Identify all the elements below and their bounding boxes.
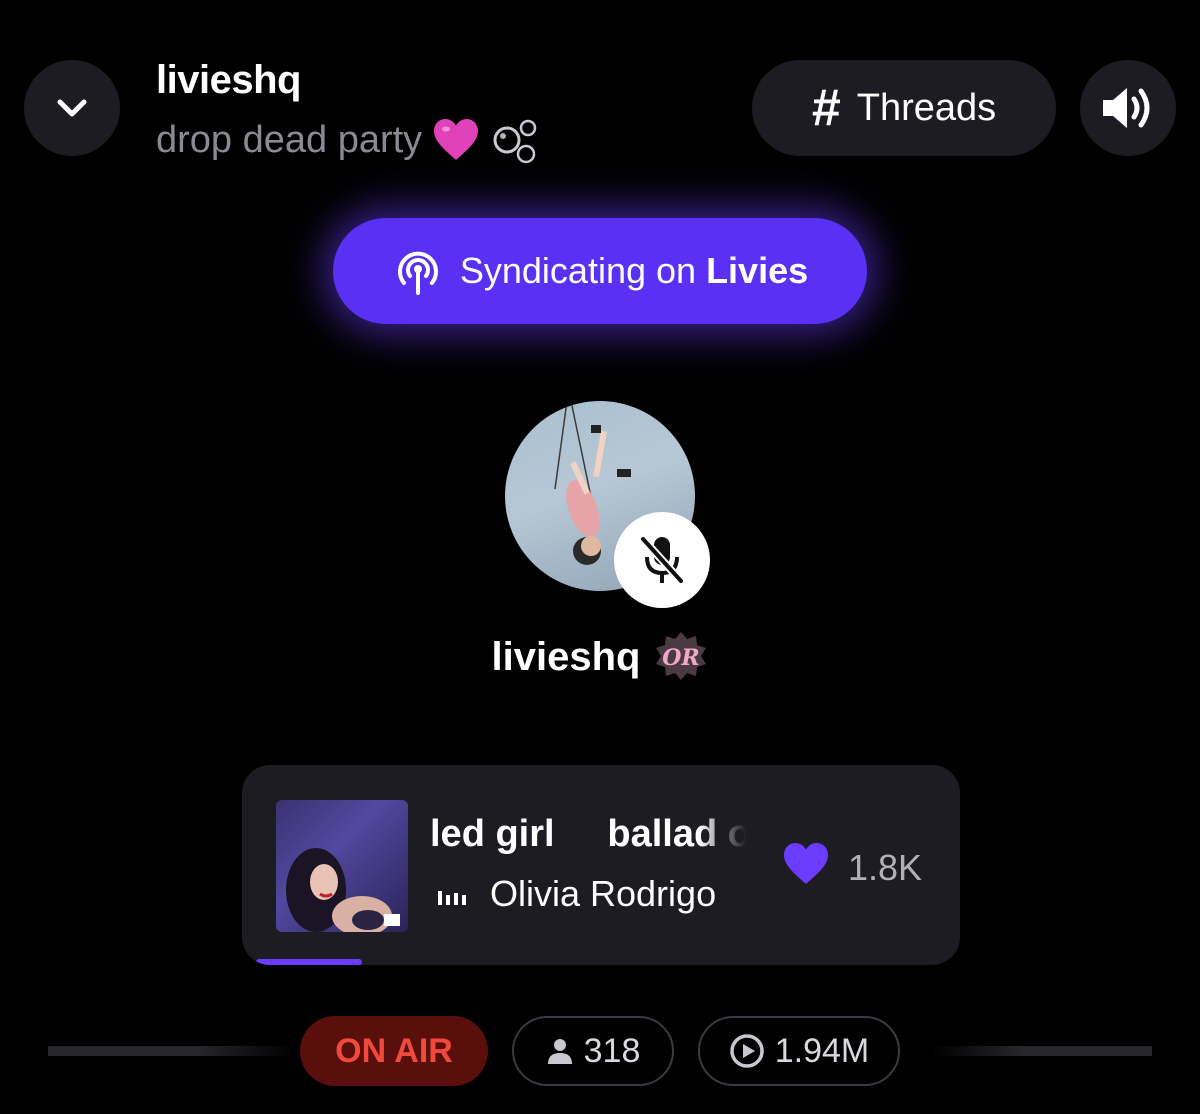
collapse-button[interactable] xyxy=(24,60,120,156)
mic-off-icon xyxy=(640,536,684,584)
pink-heart-emoji xyxy=(434,119,479,160)
syndicating-platform: Livies xyxy=(706,250,809,291)
host-name-row: livieshq OR xyxy=(0,630,1200,684)
verified-badge-icon: OR xyxy=(656,632,707,680)
syndicating-button[interactable]: Syndicating on Livies xyxy=(333,218,867,324)
host-name: livieshq xyxy=(491,634,641,679)
bubbles-emoji xyxy=(493,119,537,164)
on-air-badge: ON AIR xyxy=(300,1016,488,1086)
like-count: 1.8K xyxy=(848,847,923,888)
subtitle-text: drop dead party xyxy=(156,118,423,161)
chevron-down-icon xyxy=(57,99,87,117)
listeners-pill[interactable]: 318 xyxy=(512,1016,674,1086)
track-progress-fill xyxy=(256,959,362,965)
speaker-icon xyxy=(1103,88,1150,128)
page-title: livieshq xyxy=(156,58,301,102)
track-progress-bar xyxy=(242,959,960,965)
track-title: led girl ballad o xyxy=(430,813,746,855)
svg-text:OR: OR xyxy=(663,645,700,671)
syndicating-prefix: Syndicating on xyxy=(459,250,697,291)
play-count: 1.94M xyxy=(774,1031,870,1070)
listener-count: 318 xyxy=(583,1031,641,1070)
track-artist: Olivia Rodrigo xyxy=(490,873,717,914)
page-subtitle: drop dead party xyxy=(156,116,540,164)
hashtag-icon: # xyxy=(811,79,841,137)
muted-badge xyxy=(614,512,710,608)
syndicating-label: Syndicating on Livies xyxy=(460,250,808,292)
play-circle-icon xyxy=(730,1034,764,1068)
track-artist-row: Olivia Rodrigo xyxy=(438,873,716,915)
volume-button[interactable] xyxy=(1080,60,1176,156)
plays-pill[interactable]: 1.94M xyxy=(698,1016,900,1086)
equalizer-icon xyxy=(438,891,466,905)
person-icon xyxy=(547,1039,572,1064)
now-playing-card[interactable]: led girl ballad o Olivia Rodrigo 1.8K xyxy=(242,765,960,965)
heart-icon[interactable] xyxy=(782,842,830,886)
divider-right xyxy=(932,1046,1152,1056)
threads-button[interactable]: # Threads xyxy=(752,60,1056,156)
threads-label: Threads xyxy=(856,86,997,129)
divider-left xyxy=(48,1046,296,1056)
podcast-icon xyxy=(397,251,438,295)
album-art xyxy=(276,800,408,932)
